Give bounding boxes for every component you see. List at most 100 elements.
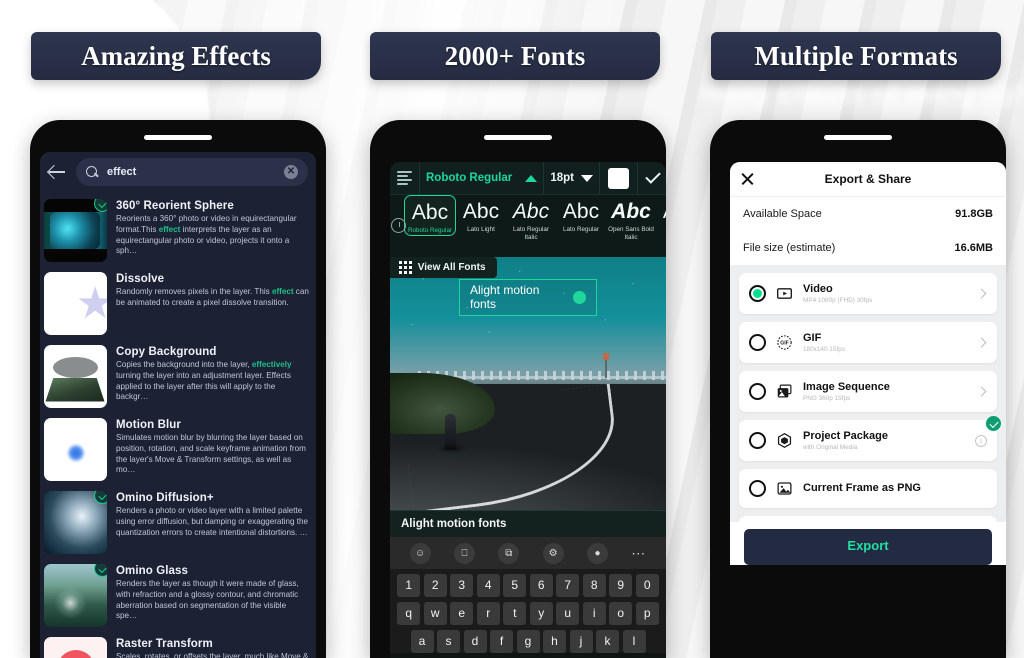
key[interactable]: 0 [635,574,659,597]
close-icon[interactable] [740,171,755,186]
key[interactable]: w [423,602,447,625]
font-sample-item[interactable]: Abc Lato Regular Italic [506,195,556,242]
export-option-current-frame-png[interactable]: Current Frame as PNG [739,469,997,508]
effect-title: Omino Glass [116,565,189,577]
key[interactable]: 3 [450,574,474,597]
font-sample-name: Roboto Regular [407,227,453,235]
export-option-project-package[interactable]: Project Package with Original Media i [739,415,1002,461]
font-sample-item[interactable]: Abc Lato Light [456,195,506,234]
key[interactable]: q [397,602,421,625]
font-sample-name: Open Sans Bold Italic [608,226,654,241]
list-item[interactable]: Motion Blur Simulates motion blur by blu… [40,413,316,486]
export-option-image-sequence[interactable]: Image Sequence PNG 360p 15fps [739,371,997,412]
radio-button[interactable] [749,285,766,302]
banner-label: Multiple Formats [754,40,958,71]
export-options-list: Video MP4 1080p (FHD) 30fps GIF GIF 180x… [730,265,1006,557]
text-color-swatch[interactable] [600,162,638,194]
font-name-selector[interactable]: Roboto Regular [420,162,545,194]
canvas-text-layer[interactable]: Alight motion fonts [459,279,597,316]
pro-check-icon [985,415,1002,432]
list-item[interactable]: Copy Background Copies the background in… [40,340,316,413]
confirm-check-icon[interactable] [638,162,666,194]
emoji-icon[interactable]: ☺ [409,542,431,564]
picture-icon [775,479,794,498]
key[interactable]: j [569,630,593,653]
key[interactable]: a [410,630,434,653]
export-info-panel: Available Space 91.8GB File size (estima… [730,196,1006,265]
key[interactable]: t [503,602,527,625]
info-icon[interactable]: i [975,434,987,447]
effects-list[interactable]: 360° Reorient Sphere Reorients a 360° ph… [40,194,316,658]
font-sample-strip[interactable]: Abc Roboto Regular Abc Lato Light Abc La… [390,195,666,257]
key[interactable]: r [476,602,500,625]
radio-button[interactable] [749,334,766,351]
font-sample-item[interactable]: Abc Open Sans Bold Italic [606,195,656,242]
key[interactable]: s [437,630,460,653]
effect-thumbnail: ★ [44,272,107,335]
text-align-icon[interactable] [390,162,420,194]
list-item[interactable]: Raster Transform Scales, rotates, or off… [40,632,316,658]
chevron-right-icon[interactable] [976,386,987,397]
key[interactable]: y [529,602,553,625]
font-sample-item[interactable]: Abc Lato [656,195,666,234]
key[interactable]: f [490,630,513,653]
effect-description: Scales, rotates, or offsets the layer, m… [116,652,309,658]
effect-description: Copies the background into the layer, ef… [116,360,292,402]
on-screen-keyboard[interactable]: 1 2 3 4 5 6 7 8 9 0 q w e r t y u i o p … [390,569,666,653]
search-input[interactable]: effect ✕ [76,158,308,186]
list-item[interactable]: Omino Glass Renders the layer as though … [40,559,316,632]
list-item[interactable]: 360° Reorient Sphere Reorients a 360° ph… [40,194,316,267]
microphone-icon[interactable]: ● [586,542,608,564]
key[interactable]: o [609,602,633,625]
key[interactable]: 2 [423,574,447,597]
export-button[interactable]: Export [744,529,992,565]
key[interactable]: l [622,630,646,653]
radio-button[interactable] [749,480,766,497]
key[interactable]: 6 [529,574,553,597]
key[interactable]: p [635,602,659,625]
key[interactable]: 7 [556,574,580,597]
key[interactable]: 5 [503,574,527,597]
translate-icon[interactable]: ⧉ [498,542,520,564]
caret-up-icon [525,174,538,182]
clear-icon[interactable]: ✕ [284,165,298,179]
export-option-gif[interactable]: GIF GIF 180x140 15fps [739,322,997,363]
clipboard-icon[interactable]: ⎕ [453,542,475,564]
font-sample-preview: Abc [462,200,500,223]
key[interactable]: 8 [582,574,606,597]
back-arrow-icon[interactable] [46,161,68,183]
effect-thumbnail [44,564,107,627]
resize-handle[interactable] [573,290,586,304]
radio-button[interactable] [749,432,766,449]
chevron-right-icon[interactable] [976,337,987,348]
key[interactable]: 1 [397,574,421,597]
export-option-video[interactable]: Video MP4 1080p (FHD) 30fps [739,273,997,314]
info-value: 16.6MB [954,242,993,254]
text-input-field[interactable]: Alight motion fonts [390,510,666,537]
chevron-right-icon[interactable] [976,288,987,299]
key[interactable]: h [543,630,566,653]
more-icon[interactable]: ⋯ [631,545,646,562]
key[interactable]: d [463,630,487,653]
video-canvas[interactable]: Alight motion fonts [390,257,666,510]
recent-fonts-icon[interactable] [391,218,406,233]
font-size-selector[interactable]: 18pt [544,162,600,194]
radio-button[interactable] [749,383,766,400]
key[interactable]: e [450,602,474,625]
option-title: Video [803,283,833,295]
key[interactable]: i [582,602,606,625]
view-all-fonts-button[interactable]: View All Fonts [390,257,497,278]
list-item[interactable]: ★ Dissolve Randomly removes pixels in th… [40,267,316,340]
key[interactable]: g [516,630,540,653]
settings-icon[interactable]: ⚙ [542,542,564,564]
key[interactable]: k [596,630,619,653]
font-sample-item[interactable]: Abc Roboto Regular [404,195,456,236]
view-all-fonts-label: View All Fonts [417,261,486,273]
banner-label: 2000+ Fonts [444,40,586,71]
key[interactable]: u [556,602,580,625]
key[interactable]: 4 [476,574,500,597]
font-sample-item[interactable]: Abc Lato Regular [556,195,606,234]
list-item[interactable]: Omino Diffusion+ Renders a photo or vide… [40,486,316,559]
effect-title: Copy Background [116,346,217,358]
key[interactable]: 9 [609,574,633,597]
